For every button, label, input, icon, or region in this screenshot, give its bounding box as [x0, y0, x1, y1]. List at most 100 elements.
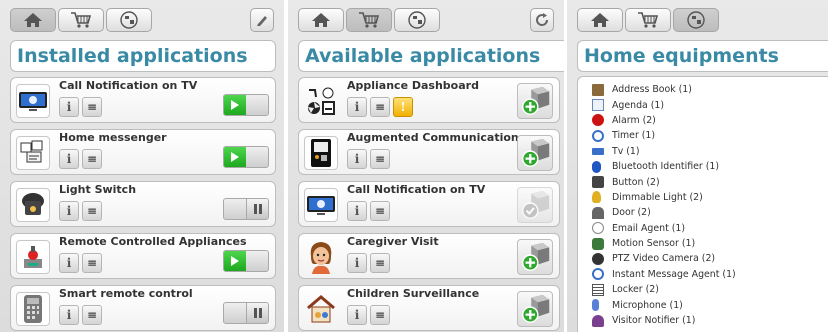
installed-app-card[interactable]: Smart remote control i ≡: [10, 285, 276, 331]
app-name: Remote Controlled Appliances: [59, 235, 247, 248]
details-button[interactable]: ≡: [370, 305, 390, 325]
tv-call-icon: [304, 188, 338, 222]
light-bulb-icon: [592, 191, 601, 204]
devices-icon: [406, 11, 428, 29]
equipments-panel: Home equipments Address Book (1) Agenda …: [567, 0, 828, 332]
details-button[interactable]: ≡: [82, 305, 102, 325]
play-icon: [224, 251, 246, 271]
list-item[interactable]: Microphone (1): [578, 297, 828, 312]
list-item[interactable]: Alarm (2): [578, 113, 828, 128]
list-item[interactable]: Door (2): [578, 205, 828, 220]
alarm-icon: [592, 114, 604, 127]
info-button[interactable]: i: [347, 305, 367, 325]
edit-button[interactable]: [250, 8, 274, 32]
agenda-icon: [592, 99, 604, 112]
tab-store[interactable]: [625, 8, 671, 32]
available-app-card[interactable]: Augmented Communication i ≡: [298, 129, 560, 175]
available-app-card[interactable]: Children Surveillance i ≡: [298, 285, 560, 331]
available-app-card[interactable]: Caregiver Visit i ≡: [298, 233, 560, 279]
microphone-icon: [592, 299, 599, 312]
home-icon: [311, 12, 331, 28]
installed-check-button: [517, 187, 553, 223]
app-name: Appliance Dashboard: [347, 79, 479, 92]
cart-icon: [70, 11, 92, 29]
info-button[interactable]: i: [59, 97, 79, 117]
tab-home[interactable]: [10, 8, 56, 32]
cart-icon: [358, 11, 380, 29]
list-item[interactable]: Motion Sensor (1): [578, 236, 828, 251]
home-icon: [590, 12, 610, 28]
details-button[interactable]: ≡: [82, 149, 102, 169]
info-button[interactable]: i: [59, 253, 79, 273]
app-toggle[interactable]: [223, 198, 269, 220]
pencil-icon: [257, 16, 267, 26]
tab-devices[interactable]: [106, 8, 152, 32]
tab-home[interactable]: [298, 8, 344, 32]
list-item[interactable]: Instant Message Agent (1): [578, 267, 828, 282]
install-button[interactable]: [517, 83, 553, 119]
details-button[interactable]: ≡: [370, 253, 390, 273]
details-button[interactable]: ≡: [82, 253, 102, 273]
list-item[interactable]: PTZ Video Camera (2): [578, 251, 828, 266]
available-app-card[interactable]: Appliance Dashboard i ≡ !: [298, 77, 560, 123]
info-button[interactable]: i: [347, 253, 367, 273]
info-button[interactable]: i: [347, 97, 367, 117]
app-toggle[interactable]: [223, 250, 269, 272]
warning-button[interactable]: !: [393, 97, 413, 117]
details-button[interactable]: ≡: [370, 149, 390, 169]
install-button[interactable]: [517, 135, 553, 171]
details-button[interactable]: ≡: [82, 97, 102, 117]
app-name: Light Switch: [59, 183, 137, 196]
details-button[interactable]: ≡: [82, 201, 102, 221]
available-app-card[interactable]: Call Notification on TV i ≡: [298, 181, 560, 227]
app-toggle[interactable]: [223, 302, 269, 324]
cart-icon: [637, 11, 659, 29]
page-title: Available applications: [298, 40, 564, 72]
app-toggle[interactable]: [223, 94, 269, 116]
info-button[interactable]: i: [347, 149, 367, 169]
list-item[interactable]: Agenda (1): [578, 97, 828, 112]
app-name: Augmented Communication: [347, 131, 519, 144]
nav-tabs: [298, 8, 440, 32]
refresh-button[interactable]: [530, 8, 554, 32]
nav-tabs: [577, 8, 719, 32]
augmented-communication-icon: [304, 136, 338, 170]
tab-devices[interactable]: [673, 8, 719, 32]
info-button[interactable]: i: [59, 149, 79, 169]
equipment-list: Address Book (1) Agenda (1) Alarm (2) Ti…: [577, 76, 828, 332]
tab-devices[interactable]: [394, 8, 440, 32]
app-toggle[interactable]: [223, 146, 269, 168]
tab-store[interactable]: [346, 8, 392, 32]
tab-store[interactable]: [58, 8, 104, 32]
pause-icon: [246, 303, 268, 323]
list-item[interactable]: Button (2): [578, 174, 828, 189]
app-name: Home messenger: [59, 131, 167, 144]
info-button[interactable]: i: [59, 201, 79, 221]
installed-app-card[interactable]: Home messenger i ≡: [10, 129, 276, 175]
install-button[interactable]: [517, 239, 553, 275]
list-item[interactable]: Visitor Notifier (1): [578, 313, 828, 328]
details-button[interactable]: ≡: [370, 201, 390, 221]
installed-app-card[interactable]: Call Notification on TV i ≡: [10, 77, 276, 123]
list-item[interactable]: Locker (2): [578, 282, 828, 297]
list-item[interactable]: Address Book (1): [578, 82, 828, 97]
details-button[interactable]: ≡: [370, 97, 390, 117]
list-item[interactable]: Tv (1): [578, 144, 828, 159]
info-button[interactable]: i: [347, 201, 367, 221]
tab-home[interactable]: [577, 8, 623, 32]
list-item[interactable]: Dimmable Light (2): [578, 190, 828, 205]
caregiver-icon: [304, 240, 338, 274]
info-button[interactable]: i: [59, 305, 79, 325]
devices-icon: [118, 11, 140, 29]
smart-remote-icon: [16, 292, 50, 326]
nav-tabs: [10, 8, 152, 32]
list-item[interactable]: Timer (1): [578, 128, 828, 143]
remote-appliances-icon: [16, 240, 50, 274]
app-name: Smart remote control: [59, 287, 193, 300]
installed-app-card[interactable]: Light Switch i ≡: [10, 181, 276, 227]
installed-app-card[interactable]: Remote Controlled Appliances i ≡: [10, 233, 276, 279]
installed-panel: Installed applications Call Notification…: [0, 0, 284, 332]
list-item[interactable]: Bluetooth Identifier (1): [578, 159, 828, 174]
install-button[interactable]: [517, 291, 553, 327]
list-item[interactable]: Email Agent (1): [578, 221, 828, 236]
